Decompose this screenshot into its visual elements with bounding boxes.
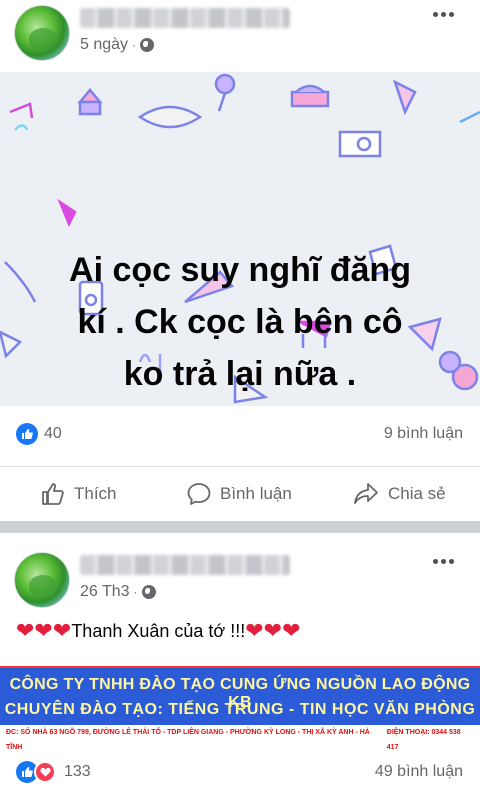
post-text-line: kí . Ck cọc là bên cô xyxy=(77,303,403,341)
author-name-blurred[interactable] xyxy=(80,555,290,575)
post-card: 5 ngày · Ai cọc suy nghĩ đăng kí . Ck cọ… xyxy=(0,0,480,521)
banner-phone: ĐIỆN THOẠI: 0344 538 417 xyxy=(386,729,461,751)
globe-icon xyxy=(141,585,156,599)
comment-label: Bình luận xyxy=(220,484,292,503)
post-text-line: ko trả lại nữa . xyxy=(123,355,357,393)
like-label: Thích xyxy=(74,484,117,503)
post-meta: 5 ngày · xyxy=(80,36,155,54)
reactions-bar: 133 49 bình luận xyxy=(0,758,480,788)
reaction-count[interactable]: 133 xyxy=(64,763,91,781)
comment-count[interactable]: 9 bình luận xyxy=(384,425,463,443)
more-icon[interactable] xyxy=(433,559,454,564)
post-text-line: Ai cọc suy nghĩ đăng xyxy=(69,251,411,289)
post-header: 5 ngày · xyxy=(0,0,480,70)
post-timestamp[interactable]: 5 ngày xyxy=(80,36,128,54)
feed-divider xyxy=(0,521,480,533)
avatar[interactable] xyxy=(14,552,70,608)
post-card: 26 Th3 · ❤❤❤ Thanh Xuân của tớ !!! ❤❤❤ C… xyxy=(0,533,480,807)
banner-address: ĐC: SỐ NHÀ 63 NGÕ 799, ĐƯỜNG LÊ THÁI TỔ … xyxy=(6,729,370,751)
more-icon[interactable] xyxy=(433,12,454,17)
action-bar: Thích Bình luận Chia sẻ xyxy=(0,466,480,522)
caption-text: Thanh Xuân của tớ !!! xyxy=(71,620,246,641)
banner-contact-bar: ĐC: SỐ NHÀ 63 NGÕ 799, ĐƯỜNG LÊ THÁI TỔ … xyxy=(0,725,480,751)
post-meta: 26 Th3 · xyxy=(80,583,156,601)
share-icon xyxy=(354,483,378,504)
reaction-count[interactable]: 40 xyxy=(44,425,62,443)
company-banner-image[interactable]: CÔNG TY TNHH ĐÀO TẠO CUNG ỨNG NGUỒN LAO … xyxy=(0,666,480,751)
banner-subtitle: CHUYÊN ĐÀO TẠO: TIẾNG TRUNG - TIN HỌC VĂ… xyxy=(4,701,476,718)
post-caption: ❤❤❤ Thanh Xuân của tớ !!! ❤❤❤ xyxy=(16,619,301,643)
heart-emoji: ❤❤❤ xyxy=(245,618,301,643)
like-button[interactable]: Thích xyxy=(40,481,117,507)
like-badge-icon[interactable] xyxy=(16,423,38,445)
love-badge-icon[interactable] xyxy=(34,761,56,783)
post-text: Ai cọc suy nghĩ đăng kí . Ck cọc là bên … xyxy=(40,244,440,400)
author-name-blurred[interactable] xyxy=(80,8,290,28)
post-header: 26 Th3 · xyxy=(0,547,480,617)
reactions-bar: 40 9 bình luận xyxy=(0,420,480,450)
thumb-up-icon xyxy=(42,483,64,505)
heart-emoji: ❤❤❤ xyxy=(16,618,72,643)
text-background-banner: Ai cọc suy nghĩ đăng kí . Ck cọc là bên … xyxy=(0,72,480,406)
comment-button[interactable]: Bình luận xyxy=(186,481,292,507)
post-timestamp[interactable]: 26 Th3 xyxy=(80,583,130,601)
share-button[interactable]: Chia sẻ xyxy=(352,481,446,507)
comment-count[interactable]: 49 bình luận xyxy=(375,763,463,781)
share-label: Chia sẻ xyxy=(388,484,446,503)
globe-icon xyxy=(140,38,155,52)
avatar[interactable] xyxy=(14,5,70,61)
comment-icon xyxy=(187,483,211,505)
